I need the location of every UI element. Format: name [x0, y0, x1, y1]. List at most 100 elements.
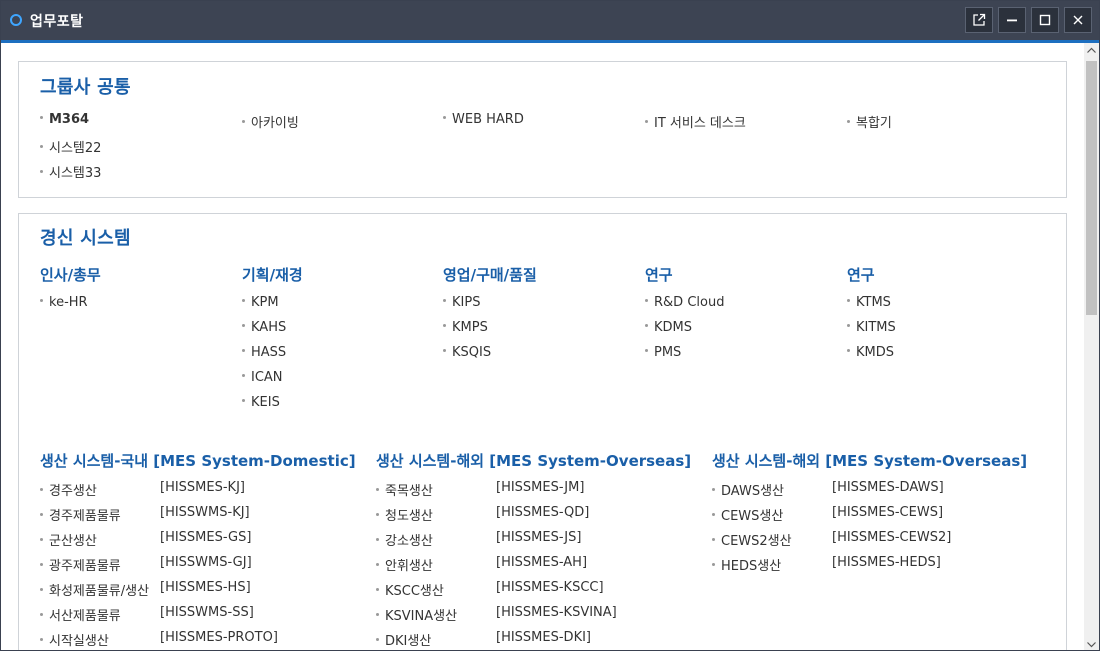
mes-link[interactable]: 시작실생산	[40, 630, 109, 649]
bullet-icon	[40, 145, 43, 148]
mes-link[interactable]: 청도생산	[376, 505, 433, 524]
bullet-icon	[242, 324, 245, 327]
bullet-icon	[376, 638, 379, 641]
bullet-icon	[645, 299, 648, 302]
mes-overseas-heading: 생산 시스템-해외 [MES System-Overseas]	[376, 452, 692, 470]
mes-code: [HISSWMS-SS]	[160, 605, 254, 620]
common-link[interactable]: M364	[40, 112, 89, 127]
system-link[interactable]: ICAN	[242, 370, 283, 385]
mes-code: [HISSMES-DKI]	[496, 630, 591, 645]
common-panel: 그룹사 공통 M364 시스템22 시스템33 아카이빙 WEB HARD IT…	[18, 61, 1067, 198]
bullet-icon	[376, 488, 379, 491]
group-heading: 연구	[645, 266, 673, 284]
mes-link[interactable]: CEWS2생산	[712, 530, 792, 549]
scroll-up-icon[interactable]	[1087, 47, 1096, 53]
content-area: 그룹사 공통 M364 시스템22 시스템33 아카이빙 WEB HARD IT…	[1, 43, 1084, 650]
mes-link[interactable]: KSVINA생산	[376, 605, 457, 624]
group-heading: 기획/재경	[242, 266, 303, 284]
bullet-icon	[242, 374, 245, 377]
mes-link[interactable]: CEWS생산	[712, 505, 783, 524]
mes-code: [HISSMES-KJ]	[160, 480, 245, 495]
mes-link[interactable]: 화성제품물류/생산	[40, 580, 149, 599]
bullet-icon	[40, 563, 43, 566]
mes-link[interactable]: DKI생산	[376, 630, 431, 649]
system-link[interactable]: PMS	[645, 345, 681, 360]
common-title: 그룹사 공통	[40, 77, 131, 98]
common-link[interactable]: 시스템33	[40, 162, 101, 181]
bullet-icon	[712, 563, 715, 566]
bullet-icon	[712, 488, 715, 491]
mes-code: [HISSMES-HEDS]	[832, 555, 941, 570]
mes-overseas-heading: 생산 시스템-해외 [MES System-Overseas]	[712, 452, 1028, 470]
mes-link[interactable]: HEDS생산	[712, 555, 781, 574]
mes-code: [HISSMES-GS]	[160, 530, 252, 545]
common-link[interactable]: 복합기	[847, 112, 892, 131]
bullet-icon	[242, 349, 245, 352]
bullet-icon	[645, 120, 648, 123]
window-title: 업무포탈	[30, 14, 84, 30]
mes-code: [HISSMES-CEWS]	[832, 505, 944, 520]
popout-button[interactable]	[965, 7, 993, 33]
mes-code: [HISSMES-JS]	[496, 530, 582, 545]
system-link[interactable]: KTMS	[847, 295, 891, 310]
mes-link[interactable]: KSCC생산	[376, 580, 444, 599]
bullet-icon	[242, 120, 245, 123]
bullet-icon	[40, 513, 43, 516]
common-link[interactable]: IT 서비스 데스크	[645, 112, 746, 131]
mgmt-panel: 경신 시스템 인사/총무 기획/재경 영업/구매/품질 연구 연구 ke-HR …	[18, 213, 1067, 650]
bullet-icon	[376, 588, 379, 591]
system-link[interactable]: KITMS	[847, 320, 896, 335]
mes-link[interactable]: 광주제품물류	[40, 555, 121, 574]
system-link[interactable]: KIPS	[443, 295, 480, 310]
system-link[interactable]: KSQIS	[443, 345, 491, 360]
close-button[interactable]	[1064, 7, 1092, 33]
common-link[interactable]: WEB HARD	[443, 112, 524, 127]
mes-link[interactable]: 안휘생산	[376, 555, 433, 574]
mes-code: [HISSMES-KSVINA]	[496, 605, 617, 620]
bullet-icon	[443, 116, 446, 119]
bullet-icon	[40, 299, 43, 302]
bullet-icon	[712, 513, 715, 516]
mgmt-title: 경신 시스템	[40, 228, 131, 249]
mes-code: [HISSMES-QD]	[496, 505, 590, 520]
mes-code: [HISSMES-KSCC]	[496, 580, 604, 595]
system-link[interactable]: HASS	[242, 345, 286, 360]
system-link[interactable]: KAHS	[242, 320, 286, 335]
common-link[interactable]: 아카이빙	[242, 112, 299, 131]
vertical-scrollbar[interactable]	[1084, 43, 1099, 650]
mes-link[interactable]: 경주제품물류	[40, 505, 121, 524]
bullet-icon	[376, 613, 379, 616]
mes-code: [HISSMES-JM]	[496, 480, 585, 495]
mes-link[interactable]: DAWS생산	[712, 480, 784, 499]
system-link[interactable]: KDMS	[645, 320, 692, 335]
mes-code: [HISSMES-AH]	[496, 555, 588, 570]
bullet-icon	[712, 538, 715, 541]
system-link[interactable]: ke-HR	[40, 295, 88, 310]
mes-link[interactable]: 강소생산	[376, 530, 433, 549]
scrollbar-thumb[interactable]	[1086, 61, 1097, 315]
mes-link[interactable]: 군산생산	[40, 530, 97, 549]
system-link[interactable]: R&D Cloud	[645, 295, 724, 310]
mes-code: [HISSMES-CEWS2]	[832, 530, 952, 545]
system-link[interactable]: KMDS	[847, 345, 894, 360]
bullet-icon	[40, 488, 43, 491]
bullet-icon	[376, 538, 379, 541]
bullet-icon	[40, 588, 43, 591]
mes-link[interactable]: 서산제품물류	[40, 605, 121, 624]
minimize-button[interactable]	[998, 7, 1026, 33]
bullet-icon	[443, 349, 446, 352]
maximize-button[interactable]	[1031, 7, 1059, 33]
mes-link[interactable]: 죽목생산	[376, 480, 433, 499]
system-link[interactable]: KMPS	[443, 320, 488, 335]
group-heading: 인사/총무	[40, 266, 101, 284]
bullet-icon	[847, 349, 850, 352]
bullet-icon	[40, 638, 43, 641]
bullet-icon	[443, 299, 446, 302]
bullet-icon	[645, 349, 648, 352]
mes-link[interactable]: 경주생산	[40, 480, 97, 499]
scroll-down-icon[interactable]	[1087, 642, 1096, 648]
system-link[interactable]: KPM	[242, 295, 279, 310]
common-link[interactable]: 시스템22	[40, 137, 101, 156]
bullet-icon	[847, 299, 850, 302]
system-link[interactable]: KEIS	[242, 395, 280, 410]
